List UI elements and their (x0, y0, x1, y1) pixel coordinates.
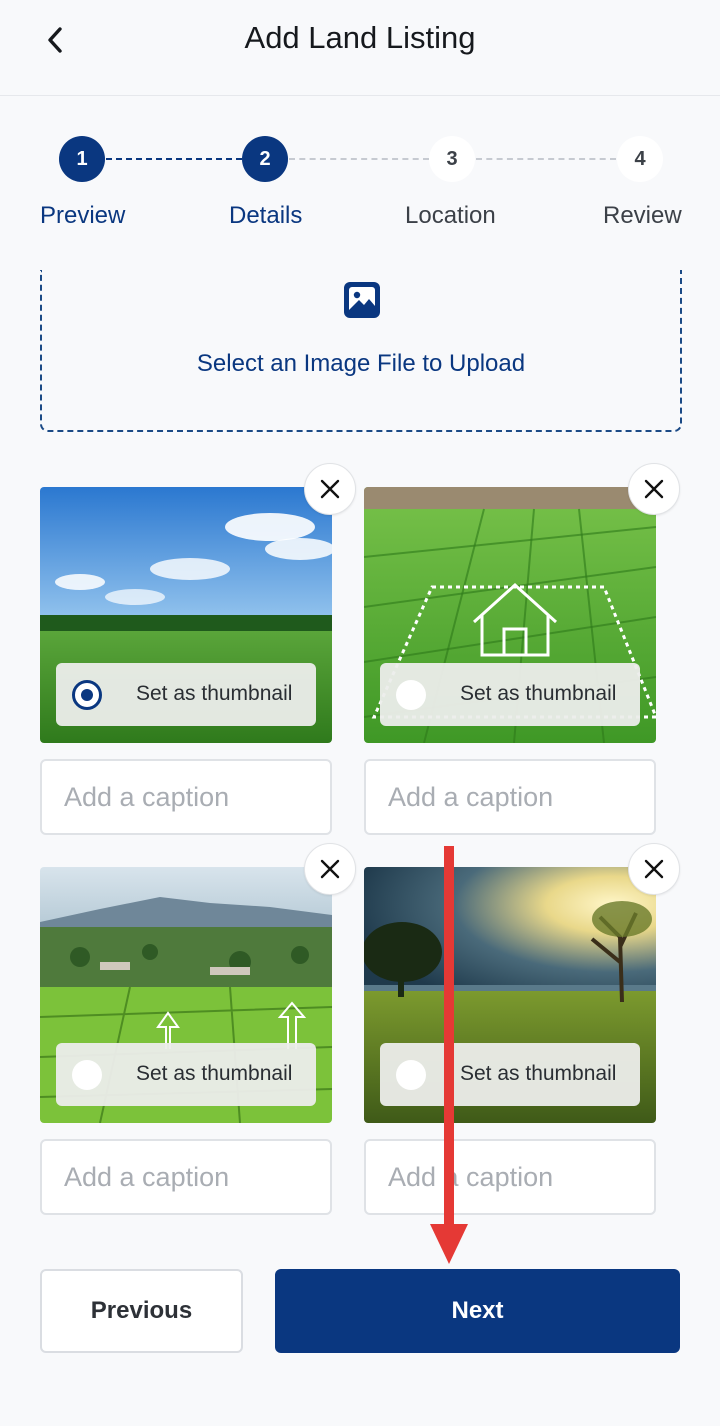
remove-photo-button[interactable] (304, 843, 356, 895)
thumbnail-radio-selected[interactable] (72, 680, 102, 710)
image-upload-dropzone[interactable]: Select an Image File to Upload (40, 270, 682, 432)
photo-card: Set as thumbnail (364, 487, 656, 743)
close-icon (644, 859, 664, 879)
step-connector (289, 158, 429, 160)
previous-button[interactable]: Previous (40, 1269, 243, 1353)
step-2-indicator: 2 (242, 136, 288, 182)
thumbnail-radio[interactable] (72, 1060, 102, 1090)
close-icon (320, 859, 340, 879)
next-button[interactable]: Next (275, 1269, 680, 1353)
thumbnail-radio[interactable] (396, 680, 426, 710)
caption-input[interactable] (40, 759, 332, 835)
step-4-label: Review (603, 202, 682, 229)
app-header: Add Land Listing (0, 0, 720, 96)
close-icon (320, 479, 340, 499)
step-4-indicator: 4 (617, 136, 663, 182)
photo-card: Set as thumbnail (40, 487, 332, 743)
photo-card: Set as thumbnail (40, 867, 332, 1123)
step-3-label: Location (405, 202, 496, 229)
remove-photo-button[interactable] (628, 843, 680, 895)
progress-stepper: 1 2 3 4 Preview Details Location Review (0, 130, 720, 240)
upload-label: Select an Image File to Upload (196, 350, 526, 377)
set-thumbnail-option[interactable]: Set as thumbnail (380, 663, 640, 726)
page-title: Add Land Listing (244, 20, 476, 55)
remove-photo-button[interactable] (304, 463, 356, 515)
step-connector (476, 158, 616, 160)
thumbnail-label: Set as thumbnail (460, 1062, 617, 1085)
set-thumbnail-option[interactable]: Set as thumbnail (380, 1043, 640, 1106)
caption-input[interactable] (40, 1139, 332, 1215)
thumbnail-label: Set as thumbnail (136, 1062, 293, 1085)
thumbnail-radio[interactable] (396, 1060, 426, 1090)
step-3-indicator: 3 (429, 136, 475, 182)
step-1-label: Preview (40, 202, 126, 229)
set-thumbnail-option[interactable]: Set as thumbnail (56, 1043, 316, 1106)
close-icon (644, 479, 664, 499)
step-1-indicator: 1 (59, 136, 105, 182)
thumbnail-label: Set as thumbnail (460, 682, 617, 705)
set-thumbnail-option[interactable]: Set as thumbnail (56, 663, 316, 726)
step-2-label: Details (229, 202, 303, 229)
remove-photo-button[interactable] (628, 463, 680, 515)
photo-card: Set as thumbnail (364, 867, 656, 1123)
image-icon (344, 282, 380, 318)
step-connector (106, 158, 242, 160)
thumbnail-label: Set as thumbnail (136, 682, 293, 705)
caption-input[interactable] (364, 759, 656, 835)
caption-input[interactable] (364, 1139, 656, 1215)
